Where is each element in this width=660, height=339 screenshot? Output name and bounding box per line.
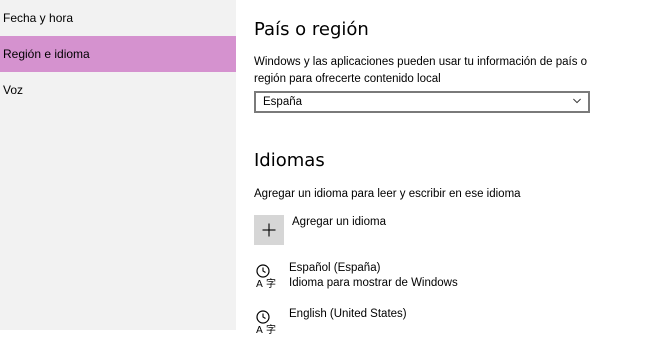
add-language-button[interactable] [254, 215, 284, 245]
svg-text:字: 字 [266, 323, 276, 335]
chevron-down-icon [573, 98, 581, 104]
settings-content: País o región Windows y las aplicaciones… [254, 0, 660, 335]
settings-sidebar: Fecha y hora Región e idioma Voz [0, 0, 236, 330]
language-icon: A 字 [256, 310, 276, 335]
country-region-dropdown[interactable]: España [254, 91, 590, 113]
plus-icon [262, 223, 276, 237]
sidebar-item-voz[interactable]: Voz [0, 72, 236, 108]
language-item-espanol[interactable]: A 字 Español (España) Idioma para mostrar… [254, 261, 634, 293]
region-description-line1: Windows y las aplicaciones pueden usar t… [254, 56, 588, 68]
language-icon: A 字 [256, 264, 276, 289]
sidebar-item-fecha-y-hora[interactable]: Fecha y hora [0, 0, 236, 36]
svg-text:A: A [256, 279, 263, 289]
language-name: Español (España) [289, 262, 381, 274]
region-description-line2: región para ofrecerte contenido local [254, 73, 441, 85]
country-region-selected-value: España [263, 96, 303, 108]
language-item-english[interactable]: A 字 English (United States) [254, 307, 634, 339]
region-section-title: País o región [254, 19, 369, 40]
svg-text:字: 字 [266, 277, 276, 289]
languages-description: Agregar un idioma para leer y escribir e… [254, 188, 521, 200]
languages-section-title: Idiomas [254, 150, 325, 171]
add-language-label[interactable]: Agregar un idioma [292, 216, 386, 228]
sidebar-item-region-e-idioma[interactable]: Región e idioma [0, 36, 236, 72]
svg-text:A: A [256, 325, 263, 335]
language-name: English (United States) [289, 308, 407, 320]
language-subtitle: Idioma para mostrar de Windows [289, 277, 458, 289]
